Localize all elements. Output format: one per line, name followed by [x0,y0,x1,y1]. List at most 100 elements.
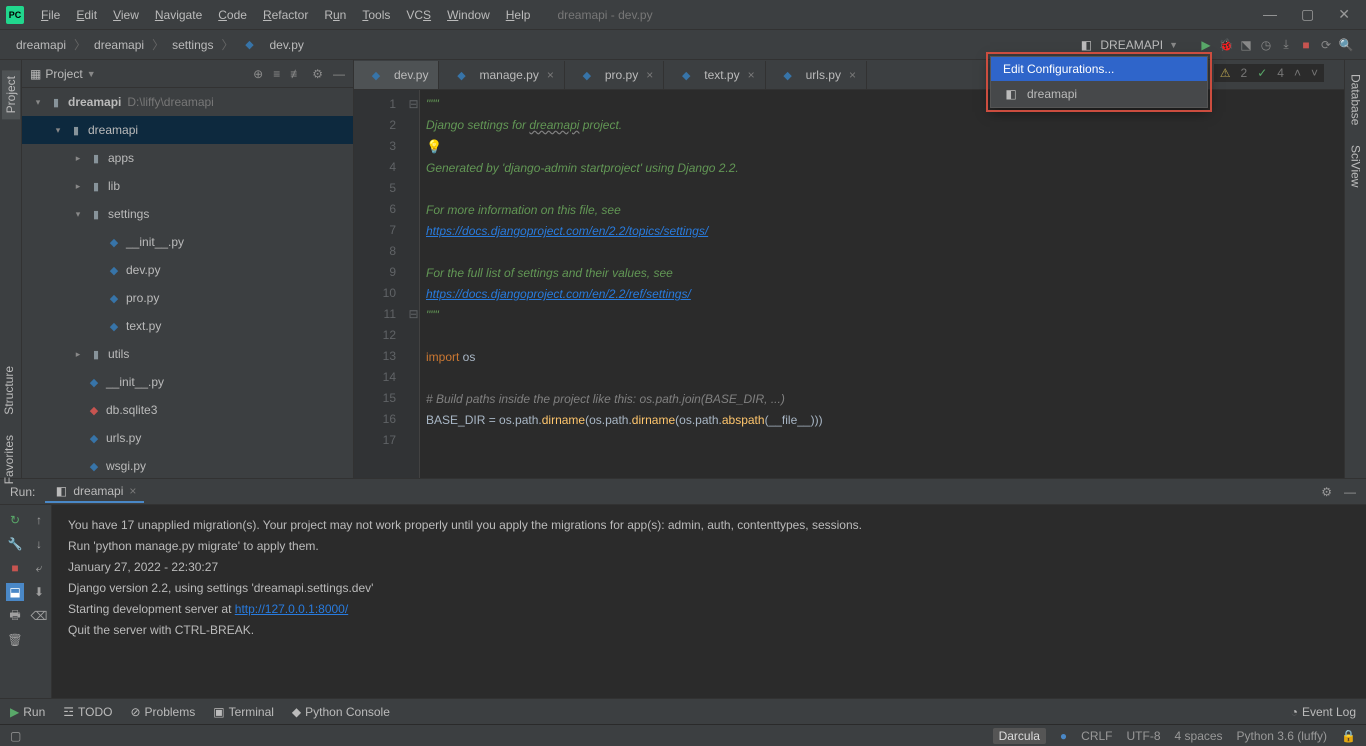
tree-folder-lib[interactable]: ▸▮lib [22,172,353,200]
status-eol[interactable]: CRLF [1081,729,1112,743]
tree-file-pro[interactable]: ◆pro.py [22,284,353,312]
profile-button[interactable]: ◷ [1258,37,1274,53]
tree-folder-apps[interactable]: ▸▮apps [22,144,353,172]
collapse-icon[interactable]: ≢ [290,67,302,81]
softwrap-button[interactable]: ⤶ [30,559,48,577]
tree-file-text[interactable]: ◆text.py [22,312,353,340]
expand-icon[interactable]: ≡ [273,67,280,81]
gear-icon[interactable]: ⚙ [1321,485,1332,499]
status-encoding[interactable]: UTF-8 [1127,729,1161,743]
code-text[interactable]: """ Django settings for dreamapi project… [420,90,1344,478]
chevron-up-icon[interactable]: ˄ [1294,66,1301,80]
print-button[interactable]: 🖶 [6,607,24,625]
breadcrumb-item[interactable]: dreamapi [90,38,148,52]
fold-gutter[interactable]: ⊟ ⊟ [408,90,420,478]
menu-file[interactable]: File [34,6,67,24]
run-tab-dreamapi[interactable]: ◧ dreamapi × [45,481,144,503]
code-area[interactable]: 1234567891011121314151617 ⊟ ⊟ """ Django… [354,90,1344,478]
status-indent[interactable]: 4 spaces [1175,729,1223,743]
menu-refactor[interactable]: Refactor [256,6,315,24]
menu-edit[interactable]: Edit [69,6,104,24]
scroll-button[interactable]: ⬇ [30,583,48,601]
attach-button[interactable]: ⤓ [1278,37,1294,53]
lock-icon[interactable]: 🔒 [1341,729,1356,743]
inspection-indicators[interactable]: ⚠2 ✓4 ˄ ˅ [1214,64,1324,82]
tab-structure[interactable]: Structure [0,360,18,421]
rerun-button[interactable]: ↻ [6,511,24,529]
tree-file-init[interactable]: ◆__init__.py [22,228,353,256]
bottom-tab-run[interactable]: ▶Run [10,705,45,719]
menu-vcs[interactable]: VCS [399,6,438,24]
menu-help[interactable]: Help [499,6,538,24]
menu-code[interactable]: Code [211,6,254,24]
tab-close-icon[interactable]: × [646,68,653,82]
intention-bulb-icon[interactable]: 💡 [426,139,442,154]
tab-urls[interactable]: ◆urls.py× [766,61,867,89]
hide-icon[interactable]: — [1344,485,1356,499]
up-button[interactable]: ↑ [30,511,48,529]
debug-button[interactable]: 🐞 [1218,37,1234,53]
menu-tools[interactable]: Tools [355,6,397,24]
maximize-icon[interactable]: ▢ [1301,6,1314,23]
down-button[interactable]: ↓ [30,535,48,553]
coverage-button[interactable]: ⬔ [1238,37,1254,53]
breadcrumb-item[interactable]: settings [168,38,217,52]
bottom-tab-pyconsole[interactable]: ◆Python Console [292,705,390,719]
breadcrumb-item[interactable]: dreamapi [12,38,70,52]
run-config-selector[interactable]: ◧ DREAMAPI ▼ [1062,35,1194,55]
clear-button[interactable]: ⌫ [30,607,48,625]
tab-dev[interactable]: ◆dev.py [354,61,439,89]
stop-button[interactable]: ■ [1298,37,1314,53]
chevron-down-icon[interactable]: ˅ [1311,66,1318,80]
menu-window[interactable]: Window [440,6,497,24]
tab-close-icon[interactable]: × [849,68,856,82]
tab-pro[interactable]: ◆pro.py× [565,61,664,89]
tool-window-icon[interactable]: ▢ [10,729,21,743]
run-output[interactable]: You have 17 unapplied migration(s). Your… [52,505,1366,698]
tab-project[interactable]: Project [2,70,20,119]
tree-file-db[interactable]: ◆db.sqlite3 [22,396,353,424]
tree-file-init2[interactable]: ◆__init__.py [22,368,353,396]
update-button[interactable]: ⟳ [1318,37,1334,53]
tree-file-wsgi[interactable]: ◆wsgi.py [22,452,353,478]
hide-icon[interactable]: — [333,67,345,81]
stop-button[interactable]: ■ [6,559,24,577]
tab-database[interactable]: Database [1347,68,1365,131]
tree-root[interactable]: ▾▮dreamapiD:\liffy\dreamapi [22,88,353,116]
run-button[interactable]: ▶ [1198,37,1214,53]
menu-view[interactable]: View [106,6,146,24]
edit-configurations-item[interactable]: Edit Configurations... [991,57,1207,81]
trash-button[interactable]: 🗑 [6,631,24,649]
minimize-icon[interactable]: — [1263,6,1277,23]
tree-folder-settings[interactable]: ▾▮settings [22,200,353,228]
wrench-button[interactable]: 🔧 [6,535,24,553]
bottom-tab-todo[interactable]: ☲TODO [63,705,112,719]
run-config-item-dreamapi[interactable]: ◧ dreamapi [991,81,1207,107]
bottom-tab-problems[interactable]: ⊘Problems [130,705,195,719]
bottom-tab-terminal[interactable]: ▣Terminal [213,705,274,719]
menu-navigate[interactable]: Navigate [148,6,209,24]
status-circle-icon[interactable]: ● [1060,729,1067,743]
locate-icon[interactable]: ⊕ [253,67,263,81]
tab-manage[interactable]: ◆manage.py× [439,61,564,89]
tree-folder-utils[interactable]: ▸▮utils [22,340,353,368]
tab-sciview[interactable]: SciView [1347,139,1365,193]
status-interpreter[interactable]: Python 3.6 (luffy) [1237,729,1328,743]
tree-file-urls[interactable]: ◆urls.py [22,424,353,452]
close-icon[interactable]: ✕ [1338,6,1350,23]
tree-folder-dreamapi[interactable]: ▾▮dreamapi [22,116,353,144]
tab-favorites[interactable]: Favorites [0,429,18,490]
tab-close-icon[interactable]: × [547,68,554,82]
tab-close-icon[interactable]: × [129,484,136,498]
server-url-link[interactable]: http://127.0.0.1:8000/ [235,602,348,616]
menu-run[interactable]: Run [317,6,353,24]
breadcrumb-item[interactable]: dev.py [265,38,307,52]
tab-close-icon[interactable]: × [748,68,755,82]
project-view-selector[interactable]: ▦ Project ▼ [30,67,96,81]
layout-button[interactable]: ⬓ [6,583,24,601]
gear-icon[interactable]: ⚙ [312,67,323,81]
tab-text[interactable]: ◆text.py× [664,61,765,89]
bottom-tab-eventlog[interactable]: ◔Event Log [1291,705,1356,719]
tree-file-dev[interactable]: ◆dev.py [22,256,353,284]
search-button[interactable]: 🔍 [1338,37,1354,53]
